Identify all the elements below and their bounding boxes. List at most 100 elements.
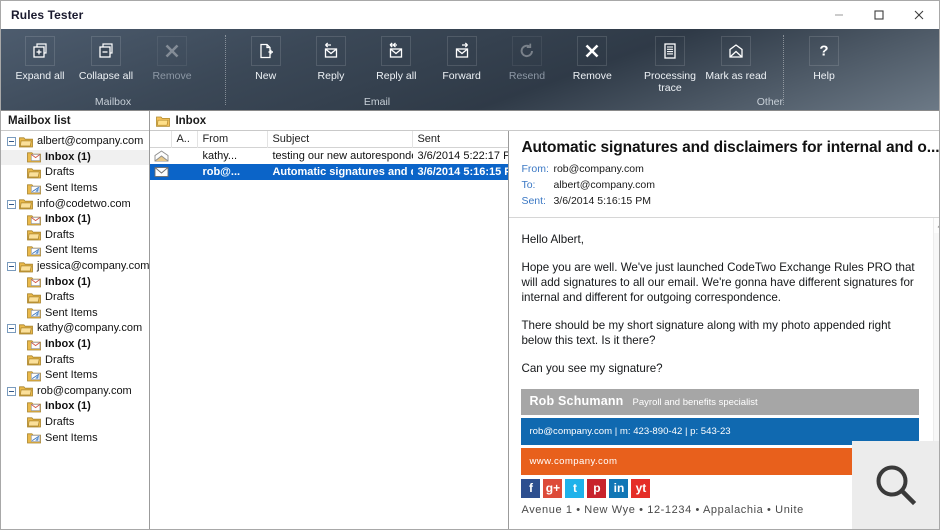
- opened-envelope-icon: [154, 150, 169, 162]
- pinterest-icon[interactable]: p: [587, 479, 606, 498]
- mailbox-account-row[interactable]: rob@company.com: [1, 384, 149, 400]
- message-sent-cell: 3/6/2014 5:16:15 PM: [413, 164, 508, 180]
- processing-trace-button[interactable]: Processing trace: [637, 36, 703, 94]
- tree-collapse-toggle-icon[interactable]: [7, 262, 16, 271]
- inbox-folder-icon: [156, 115, 170, 127]
- help-button[interactable]: ? Help: [791, 36, 857, 83]
- reply-all-label: Reply all: [364, 71, 428, 83]
- mailbox-account-label: albert@company.com: [37, 135, 143, 148]
- mailbox-folder-row[interactable]: Drafts: [1, 165, 149, 181]
- mailbox-remove-button[interactable]: Remove: [139, 36, 205, 83]
- twitter-icon[interactable]: t: [565, 479, 584, 498]
- body-paragraph-3: There should be my short signature along…: [521, 318, 919, 348]
- mailbox-folder-row[interactable]: Inbox (1): [1, 399, 149, 415]
- mailbox-folder-row[interactable]: Drafts: [1, 290, 149, 306]
- tree-collapse-toggle-icon[interactable]: [7, 200, 16, 209]
- message-row[interactable]: kathy...testing our new autoresponder3/6…: [150, 148, 508, 164]
- column-header-icon[interactable]: [150, 131, 172, 148]
- mailbox-account-label: info@codetwo.com: [37, 198, 131, 211]
- minimize-button[interactable]: [819, 1, 859, 29]
- facebook-icon[interactable]: f: [521, 479, 540, 498]
- mailbox-folder-label: Inbox (1): [45, 151, 91, 164]
- mailbox-folder-row[interactable]: Sent Items: [1, 430, 149, 446]
- column-header-subject[interactable]: Subject: [268, 131, 413, 148]
- mailbox-account-row[interactable]: albert@company.com: [1, 134, 149, 150]
- collapse-all-button[interactable]: Collapse all: [73, 36, 139, 83]
- tree-collapse-toggle-icon[interactable]: [7, 324, 16, 333]
- message-subject-cell: testing our new autoresponder: [268, 148, 413, 164]
- body-paragraph-4: Can you see my signature?: [521, 361, 919, 376]
- reply-button[interactable]: Reply: [298, 36, 363, 83]
- mailbox-folder-row[interactable]: Inbox (1): [1, 274, 149, 290]
- mailbox-folder-row[interactable]: Sent Items: [1, 181, 149, 197]
- message-row[interactable]: rob@...Automatic signatures and d...3/6/…: [150, 164, 508, 180]
- mailbox-folder-row[interactable]: Inbox (1): [1, 150, 149, 166]
- mailbox-folder-row[interactable]: Sent Items: [1, 306, 149, 322]
- mark-as-read-label: Mark as read: [704, 71, 768, 83]
- ribbon-group-other-title: Other: [631, 96, 789, 108]
- mailbox-folder-label: Sent Items: [45, 182, 98, 195]
- list-and-preview: A.. From Subject Sent kathy...testing ou…: [150, 131, 940, 529]
- ribbon-group-mailbox-title: Mailbox: [1, 96, 225, 108]
- mailbox-folder-row[interactable]: Inbox (1): [1, 337, 149, 353]
- inbox-header-label: Inbox: [175, 115, 206, 127]
- preview-from-label: From:: [521, 163, 553, 176]
- closed-envelope-icon: [154, 166, 169, 178]
- mailbox-folder-label: Sent Items: [45, 369, 98, 382]
- inbox-folder-icon: [27, 401, 41, 413]
- mailbox-folder-label: Drafts: [45, 354, 74, 367]
- forward-icon: [447, 36, 477, 66]
- resend-button[interactable]: Resend: [494, 36, 559, 83]
- tree-collapse-toggle-icon[interactable]: [7, 387, 16, 396]
- linkedin-icon[interactable]: in: [609, 479, 628, 498]
- message-status-icon-cell: [150, 164, 172, 180]
- mailbox-folder-row[interactable]: Inbox (1): [1, 212, 149, 228]
- collapse-all-icon: [91, 36, 121, 66]
- mark-as-read-button[interactable]: Mark as read: [703, 36, 769, 94]
- mailbox-folder-row[interactable]: Sent Items: [1, 243, 149, 259]
- mailbox-account-row[interactable]: info@codetwo.com: [1, 196, 149, 212]
- reply-all-button[interactable]: Reply all: [364, 36, 429, 83]
- reply-label: Reply: [299, 71, 363, 83]
- mailbox-folder-row[interactable]: Drafts: [1, 352, 149, 368]
- ribbon-group-mailbox: Expand all Collapse all: [1, 29, 225, 110]
- processing-trace-icon: [655, 36, 685, 66]
- email-remove-button[interactable]: Remove: [560, 36, 625, 83]
- mailbox-account-row[interactable]: jessica@company.com: [1, 259, 149, 275]
- help-label: Help: [792, 71, 856, 83]
- preview-subject: Automatic signatures and disclaimers for…: [521, 139, 939, 157]
- magnifier-overlay[interactable]: [852, 441, 940, 530]
- close-button[interactable]: [899, 1, 939, 29]
- mailbox-folder-label: Sent Items: [45, 307, 98, 320]
- scroll-up-chevron-icon[interactable]: [934, 218, 940, 233]
- column-header-sent[interactable]: Sent: [413, 131, 508, 148]
- expand-all-button[interactable]: Expand all: [7, 36, 73, 83]
- column-header-attachment[interactable]: A..: [172, 131, 198, 148]
- mailbox-list-header: Mailbox list: [1, 111, 149, 131]
- drafts-folder-icon: [27, 354, 41, 366]
- mailbox-folder-label: Inbox (1): [45, 338, 91, 351]
- inbox-folder-icon: [27, 276, 41, 288]
- new-button[interactable]: New: [233, 36, 298, 83]
- maximize-button[interactable]: [859, 1, 899, 29]
- inbox-folder-icon: [27, 214, 41, 226]
- youtube-icon[interactable]: yt: [631, 479, 650, 498]
- tree-collapse-toggle-icon[interactable]: [7, 137, 16, 146]
- preview-sent-value: 3/6/2014 5:16:15 PM: [553, 195, 651, 208]
- minimize-icon: [833, 9, 845, 21]
- message-attachment-cell: [172, 148, 198, 164]
- forward-button[interactable]: Forward: [429, 36, 494, 83]
- mailbox-folder-row[interactable]: Drafts: [1, 228, 149, 244]
- preview-sent-label: Sent:: [521, 195, 553, 208]
- main-content: Mailbox list albert@company.com Inbox (1)…: [1, 111, 939, 529]
- mailbox-account-row[interactable]: kathy@company.com: [1, 321, 149, 337]
- mailbox-folder-label: Drafts: [45, 229, 74, 242]
- googleplus-icon[interactable]: g+: [543, 479, 562, 498]
- ribbon-group-email: New Reply: [227, 29, 631, 110]
- mailbox-folder-row[interactable]: Sent Items: [1, 368, 149, 384]
- message-sent-cell: 3/6/2014 5:22:17 PM: [413, 148, 508, 164]
- remove-x-icon: [157, 36, 187, 66]
- message-rows: kathy...testing our new autoresponder3/6…: [150, 148, 508, 180]
- column-header-from[interactable]: From: [198, 131, 268, 148]
- mailbox-folder-row[interactable]: Drafts: [1, 415, 149, 431]
